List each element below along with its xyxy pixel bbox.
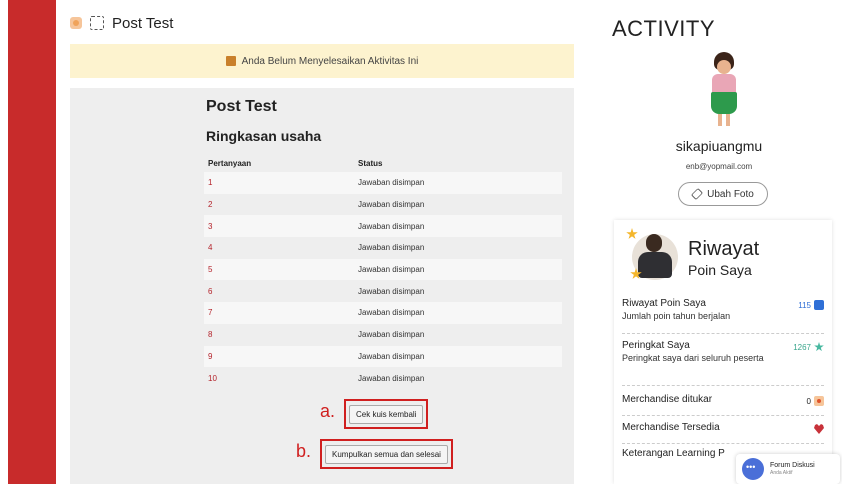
main-content: Post Test Anda Belum Menyelesaikan Aktiv… (62, 0, 587, 484)
trend-icon (814, 300, 824, 310)
status-cell: Jawaban disimpan (358, 265, 425, 275)
card-avatar (626, 228, 684, 280)
question-link[interactable]: 1 (204, 172, 354, 194)
pencil-icon (691, 187, 704, 201)
heart-icon (814, 424, 824, 434)
forum-title: Forum Diskusi (770, 462, 815, 469)
status-cell: Jawaban disimpan (358, 221, 425, 231)
change-photo-button[interactable]: Ubah Foto (678, 182, 768, 206)
notice-icon (225, 56, 236, 66)
table-row: 9 Jawaban disimpan (204, 345, 562, 368)
check-quiz-again-button[interactable]: Cek kuis kembali (349, 405, 424, 424)
quiz-title: Post Test (206, 98, 277, 115)
merchandise-icon (814, 396, 824, 406)
completion-checkbox-icon[interactable] (90, 16, 104, 30)
status-cell: Jawaban disimpan (358, 200, 425, 210)
points-history-card: Riwayat Poin Saya Riwayat Poin Saya Juml… (614, 220, 832, 484)
table-row: 2 Jawaban disimpan (204, 193, 562, 216)
status-cell: Jawaban disimpan (358, 178, 425, 188)
question-link[interactable]: 7 (204, 302, 354, 324)
table-row: 5 Jawaban disimpan (204, 258, 562, 281)
table-row: 6 Jawaban disimpan (204, 280, 562, 303)
chat-icon (742, 458, 764, 480)
stat-merch-available[interactable]: Merchandise Tersedia (622, 422, 824, 444)
summary-table-header: Pertanyaan Status (204, 154, 562, 172)
page-title: Post Test (112, 14, 174, 32)
change-photo-label: Ubah Foto (707, 188, 754, 200)
star-icon (626, 228, 638, 239)
column-header-status: Status (358, 158, 383, 168)
profile-avatar (706, 52, 742, 126)
summary-title: Ringkasan usaha (206, 128, 322, 144)
quiz-panel: Post Test Ringkasan usaha Pertanyaan Sta… (70, 88, 574, 484)
table-row: 8 Jawaban disimpan (204, 323, 562, 346)
table-row: 1 Jawaban disimpan (204, 172, 562, 194)
summary-table: Pertanyaan Status 1 Jawaban disimpan 2 Jaw… (204, 154, 562, 389)
status-cell: Jawaban disimpan (358, 308, 425, 318)
card-title: Riwayat (688, 238, 760, 260)
activity-star-icon (70, 17, 82, 29)
stat-desc: Peringkat saya dari seluruh peserta (622, 353, 764, 363)
table-row: 3 Jawaban disimpan (204, 215, 562, 238)
stat-label: Merchandise Tersedia (622, 422, 720, 433)
forum-discussion-chip[interactable]: Forum Diskusi Anda Aktif (736, 454, 840, 484)
activity-title: ACTIVITY (612, 16, 716, 41)
question-link[interactable]: 9 (204, 346, 354, 368)
question-link[interactable]: 5 (204, 259, 354, 281)
stat-merch-redeemed[interactable]: Merchandise ditukar 0 (622, 394, 824, 416)
highlight-box-b: Kumpulkan semua dan selesai (320, 439, 453, 469)
status-cell: Jawaban disimpan (358, 243, 425, 253)
question-link[interactable]: 8 (204, 324, 354, 346)
status-cell: Jawaban disimpan (358, 351, 425, 361)
forum-subtitle: Anda Aktif (770, 470, 793, 476)
submit-all-button[interactable]: Kumpulkan semua dan selesai (325, 445, 448, 464)
status-cell: Jawaban disimpan (358, 373, 425, 383)
table-row: 7 Jawaban disimpan (204, 302, 562, 324)
stat-value: 0 (806, 396, 811, 406)
highlight-box-a: Cek kuis kembali (344, 399, 429, 429)
status-cell: Jawaban disimpan (358, 330, 425, 340)
activity-sidebar: ACTIVITY sikapiuangmu enb@yopmail.com Ub… (596, 0, 842, 484)
status-cell: Jawaban disimpan (358, 286, 425, 296)
stat-value: 1267 (793, 342, 811, 352)
incomplete-notice: Anda Belum Menyelesaikan Aktivitas Ini (70, 44, 574, 78)
rank-star-icon (814, 342, 824, 352)
stat-label: Merchandise ditukar (622, 394, 713, 405)
username: sikapiuangmu (675, 138, 763, 154)
card-subtitle: Poin Saya (688, 262, 752, 278)
annotation-marker-a: a. (320, 401, 336, 421)
table-row: 4 Jawaban disimpan (204, 237, 562, 259)
stat-label: Riwayat Poin Saya (622, 298, 706, 309)
annotation-marker-b: b. (296, 441, 312, 461)
user-email: enb@yopmail.com (685, 162, 753, 171)
stat-desc: Jumlah poin tahun berjalan (622, 311, 731, 321)
stat-points-history[interactable]: Riwayat Poin Saya Jumlah poin tahun berj… (622, 298, 824, 334)
left-sidebar-bar (8, 0, 56, 484)
stat-value: 115 (798, 300, 811, 310)
question-link[interactable]: 4 (204, 237, 354, 259)
page-header: Post Test (70, 12, 173, 34)
question-link[interactable]: 10 (204, 367, 354, 389)
question-link[interactable]: 2 (204, 194, 354, 216)
question-link[interactable]: 3 (204, 215, 354, 237)
stat-my-rank[interactable]: Peringkat Saya Peringkat saya dari selur… (622, 340, 824, 386)
notice-text: Anda Belum Menyelesaikan Aktivitas Ini (241, 55, 419, 67)
column-header-question: Pertanyaan (208, 158, 252, 168)
table-row: 10 Jawaban disimpan (204, 367, 562, 389)
question-link[interactable]: 6 (204, 280, 354, 302)
